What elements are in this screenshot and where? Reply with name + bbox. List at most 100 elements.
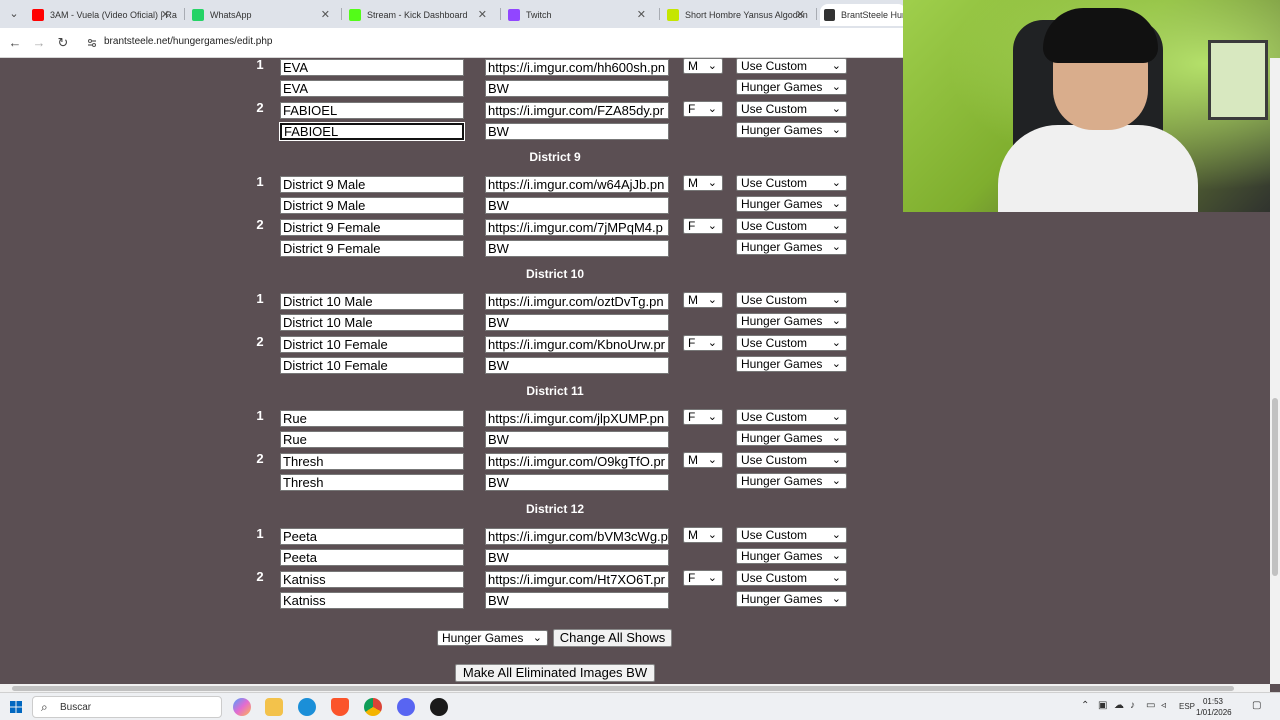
image-type-select[interactable]: Use Custom ⌄ [736,452,847,468]
browser-tab[interactable]: Twitch ✕ [504,4,654,26]
tribute-image-input[interactable]: https://i.imgur.com/jlpXUMP.pn [485,410,669,427]
tribute-name-input[interactable]: FABIOEL [280,102,464,119]
image-type-select[interactable]: Hunger Games ⌄ [736,313,847,329]
address-bar[interactable]: brantsteele.net/hungergames/edit.php [104,36,272,47]
close-icon[interactable]: ✕ [321,8,330,21]
gender-select[interactable]: M ⌄ [683,58,723,74]
microphone-icon[interactable]: ♪ [1130,700,1135,711]
browser-tab[interactable]: Stream - Kick Dashboard ✕ [345,4,495,26]
tribute-name-input[interactable]: EVA [280,59,464,76]
show-hidden-icons-icon[interactable]: ⌃ [1081,700,1089,711]
tribute-name-input[interactable]: District 10 Male [280,314,464,331]
tribute-name-input[interactable]: EVA [280,80,464,97]
tribute-image-input[interactable]: https://i.imgur.com/7jMPqM4.p [485,219,669,236]
obs-icon[interactable] [430,698,448,716]
tribute-image-input[interactable]: https://i.imgur.com/KbnoUrw.pr [485,336,669,353]
close-icon[interactable]: ✕ [161,8,170,21]
tray-app-icon[interactable]: ▣ [1098,700,1107,711]
image-type-select[interactable]: Use Custom ⌄ [736,409,847,425]
gender-select[interactable]: M ⌄ [683,292,723,308]
browser-tab[interactable]: Short Hombre Yansus Algodon ✕ [663,4,813,26]
image-type-select[interactable]: Hunger Games ⌄ [736,591,847,607]
image-type-select[interactable]: Use Custom ⌄ [736,218,847,234]
tribute-image-input[interactable]: BW [485,197,669,214]
tribute-name-input[interactable]: Thresh [280,474,464,491]
vertical-scroll-thumb[interactable] [1272,398,1278,576]
back-icon[interactable]: ← [6,34,24,52]
browser-tab[interactable]: BrantSteele Hung [820,4,906,26]
tribute-name-input[interactable]: District 10 Female [280,357,464,374]
tribute-image-input[interactable]: BW [485,474,669,491]
tab-search-icon[interactable]: ⌄ [6,6,22,22]
taskbar-search[interactable]: ⌕ Buscar [32,696,222,718]
volume-icon[interactable]: ◃ [1161,700,1166,711]
tribute-image-input[interactable]: BW [485,592,669,609]
tribute-name-input[interactable]: District 10 Male [280,293,464,310]
image-type-select[interactable]: Hunger Games ⌄ [736,548,847,564]
tribute-name-input[interactable]: Peeta [280,549,464,566]
vertical-scrollbar[interactable] [1270,58,1280,684]
tribute-image-input[interactable]: https://i.imgur.com/w64AjJb.pn [485,176,669,193]
tribute-image-input[interactable]: BW [485,549,669,566]
brave-icon[interactable] [331,698,349,716]
windows-start-icon[interactable] [10,701,22,713]
forward-icon[interactable]: → [30,34,48,52]
gender-select[interactable]: M ⌄ [683,452,723,468]
image-type-select[interactable]: Use Custom ⌄ [736,175,847,191]
image-type-select[interactable]: Hunger Games ⌄ [736,122,847,138]
tribute-image-input[interactable]: https://i.imgur.com/O9kgTfO.pr [485,453,669,470]
notifications-icon[interactable]: ▢ [1252,700,1261,711]
tribute-name-input[interactable]: Rue [280,431,464,448]
tribute-name-input[interactable]: Katniss [280,592,464,609]
copilot-icon[interactable] [233,698,251,716]
tribute-image-input[interactable]: BW [485,431,669,448]
tribute-image-input[interactable]: https://i.imgur.com/hh600sh.pn [485,59,669,76]
horizontal-scrollbar[interactable] [0,684,1270,692]
gender-select[interactable]: F ⌄ [683,101,723,117]
image-type-select[interactable]: Use Custom ⌄ [736,58,847,74]
tribute-image-input[interactable]: https://i.imgur.com/oztDvTg.pn [485,293,669,310]
image-type-select[interactable]: Use Custom ⌄ [736,292,847,308]
gender-select[interactable]: M ⌄ [683,175,723,191]
tribute-name-input[interactable]: District 9 Female [280,219,464,236]
language-indicator[interactable]: ESP [1179,702,1195,711]
tribute-name-input[interactable]: District 9 Male [280,176,464,193]
image-type-select[interactable]: Use Custom ⌄ [736,570,847,586]
browser-tab[interactable]: WhatsApp ✕ [188,4,338,26]
gender-select[interactable]: F ⌄ [683,570,723,586]
horizontal-scroll-thumb[interactable] [12,686,1234,691]
tribute-name-input[interactable]: Thresh [280,453,464,470]
make-eliminated-bw-button[interactable]: Make All Eliminated Images BW [455,664,655,682]
taskbar-clock[interactable]: 01:53 1/01/2026 [1196,696,1232,718]
tribute-image-input[interactable]: https://i.imgur.com/FZA85dy.pr [485,102,669,119]
gender-select[interactable]: M ⌄ [683,527,723,543]
gender-select[interactable]: F ⌄ [683,218,723,234]
tribute-name-input[interactable]: District 9 Male [280,197,464,214]
tribute-name-input[interactable]: Rue [280,410,464,427]
tribute-name-input[interactable]: District 10 Female [280,336,464,353]
image-type-select[interactable]: Hunger Games ⌄ [736,239,847,255]
close-icon[interactable]: ✕ [478,8,487,21]
tribute-image-input[interactable]: BW [485,357,669,374]
tribute-image-input[interactable]: https://i.imgur.com/bVM3cWg.p [485,528,669,545]
image-type-select[interactable]: Use Custom ⌄ [736,101,847,117]
discord-icon[interactable] [397,698,415,716]
file-explorer-icon[interactable] [265,698,283,716]
tribute-image-input[interactable]: https://i.imgur.com/Ht7XO6T.pr [485,571,669,588]
image-type-select[interactable]: Hunger Games ⌄ [736,430,847,446]
tribute-image-input[interactable]: BW [485,80,669,97]
close-icon[interactable]: ✕ [637,8,646,21]
image-type-select[interactable]: Use Custom ⌄ [736,527,847,543]
site-info-icon[interactable] [86,37,98,49]
tribute-image-input[interactable]: BW [485,314,669,331]
gender-select[interactable]: F ⌄ [683,409,723,425]
tribute-image-input[interactable]: BW [485,123,669,140]
gender-select[interactable]: F ⌄ [683,335,723,351]
image-type-select[interactable]: Hunger Games ⌄ [736,79,847,95]
image-type-select[interactable]: Hunger Games ⌄ [736,356,847,372]
image-type-select[interactable]: Hunger Games ⌄ [736,473,847,489]
tribute-name-input[interactable]: FABIOEL [279,122,465,141]
tribute-image-input[interactable]: BW [485,240,669,257]
network-status-icon[interactable]: ☁ [1114,700,1124,711]
image-type-select[interactable]: Use Custom ⌄ [736,335,847,351]
